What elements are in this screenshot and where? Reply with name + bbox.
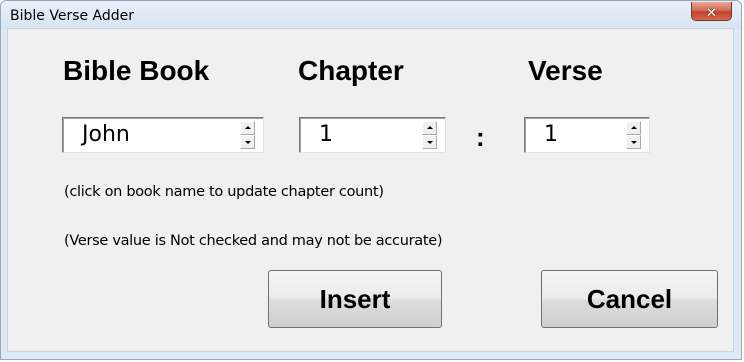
chapter-spin-buttons	[422, 121, 437, 149]
arrow-down-icon	[631, 141, 637, 144]
close-x-icon: ✕	[706, 6, 717, 21]
book-down-button[interactable]	[240, 135, 255, 149]
book-spinner[interactable]: John	[62, 117, 264, 153]
verse-spin-buttons	[626, 121, 641, 149]
verse-up-button[interactable]	[626, 121, 641, 135]
book-value[interactable]: John	[82, 122, 130, 147]
book-heading: Bible Book	[63, 55, 210, 86]
chapter-heading: Chapter	[298, 55, 404, 86]
book-up-button[interactable]	[240, 121, 255, 135]
verse-heading: Verse	[528, 55, 603, 86]
chapter-verse-separator: :	[476, 122, 485, 152]
arrow-down-icon	[245, 141, 251, 144]
chapter-spinner[interactable]: 1	[299, 117, 446, 153]
arrow-up-icon	[631, 126, 637, 129]
verse-value[interactable]: 1	[544, 122, 558, 147]
close-button[interactable]: ✕	[691, 2, 732, 21]
verse-down-button[interactable]	[626, 135, 641, 149]
window-title: Bible Verse Adder	[10, 8, 135, 24]
title-bar[interactable]: Bible Verse Adder ✕	[1, 1, 741, 29]
insert-button[interactable]: Insert	[268, 270, 442, 328]
chapter-down-button[interactable]	[422, 135, 437, 149]
chapter-count-hint: (click on book name to update chapter co…	[64, 184, 384, 200]
arrow-up-icon	[427, 126, 433, 129]
verse-spinner[interactable]: 1	[524, 117, 650, 153]
verse-accuracy-hint: (Verse value is Not checked and may not …	[64, 233, 443, 249]
chapter-up-button[interactable]	[422, 121, 437, 135]
book-spin-buttons	[240, 121, 255, 149]
arrow-up-icon	[245, 126, 251, 129]
cancel-button[interactable]: Cancel	[541, 270, 718, 328]
chapter-value[interactable]: 1	[319, 122, 333, 147]
arrow-down-icon	[427, 141, 433, 144]
